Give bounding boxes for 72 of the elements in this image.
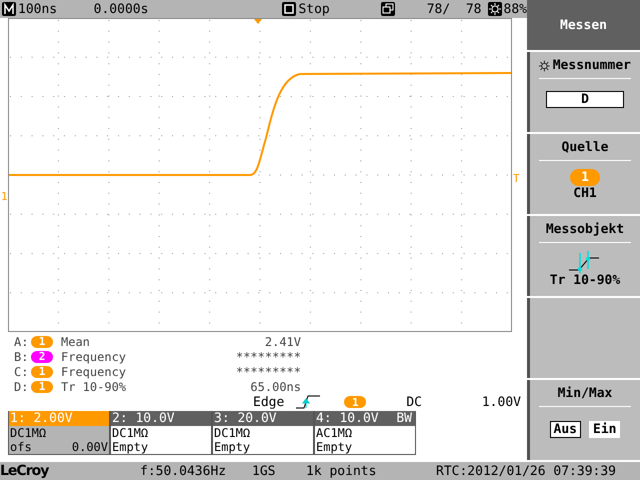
menu-panel[interactable]: Min/Max Aus Ein [527, 380, 640, 460]
source-badge: 2 [31, 350, 53, 362]
toggle-option[interactable]: Ein [589, 421, 620, 438]
acquisition-count: 78/ 78 [426, 2, 482, 16]
measurement-name: Frequency [61, 350, 128, 364]
rise-time-icon [569, 251, 601, 273]
timebase: 100ns [18, 2, 58, 16]
bandwidth-limit: BW [396, 411, 412, 426]
channel-scale: 2: 10.0V [112, 411, 175, 426]
trigger-level-marker: T [513, 173, 520, 185]
source-badge: 1 [31, 336, 53, 348]
channel-status: Empty [112, 440, 148, 454]
channel-status: Empty [316, 440, 352, 454]
channel-panel[interactable]: 1: 2.00V DC1MΩ ofs 0.00V [8, 411, 110, 455]
menu-panel[interactable]: Messobjekt Tr 10-90% [527, 216, 640, 296]
measurement-letter: D: [14, 380, 30, 394]
measurement-name: Frequency [61, 364, 128, 378]
measurement-value: ********* [234, 364, 301, 378]
menu-title: Messen [527, 0, 640, 50]
channel-coupling: DC1MΩ [214, 426, 250, 440]
menu-panel[interactable]: Quelle 1 CH1 [527, 134, 640, 214]
menu-label: Messnummer [552, 58, 631, 73]
trigger-frequency: f:50.0436Hz [140, 464, 228, 478]
sample-rate: 1GS [252, 464, 276, 478]
channel-coupling: DC1MΩ [112, 426, 148, 440]
brand-logo: LeCroy [0, 463, 50, 479]
measurement-name: Mean [61, 334, 91, 348]
channel-coupling: DC1MΩ [10, 426, 46, 440]
stop-icon [282, 2, 296, 16]
channel-status: Empty [214, 440, 250, 454]
run-state: Stop [298, 2, 331, 16]
timebase-icon [2, 2, 16, 16]
measurement-letter: C: [14, 364, 30, 378]
channel-panel[interactable]: 2: 10.0V DC1MΩ Empty [110, 411, 212, 455]
record-length: 1k points [306, 464, 378, 478]
measurement-name: Tr 10-90% [61, 380, 128, 394]
offset-label: ofs [10, 440, 32, 454]
channel-coupling: AC1MΩ [316, 426, 352, 440]
source-badge: 1 [31, 380, 53, 392]
channel-scale: 4: 10.0V [316, 411, 379, 426]
trigger-level: 1.00V [482, 394, 521, 410]
measurement-letter: B: [14, 350, 30, 364]
delay: 0.0000s [94, 2, 150, 16]
channel-panel[interactable]: 3: 20.0V DC1MΩ Empty [212, 411, 314, 455]
trigger-type: Edge [253, 394, 284, 410]
channel-scale: 1: 2.00V [10, 411, 73, 426]
clock: RTC:2012/01/26 07:39:39 [436, 464, 616, 478]
measurement-letter: A: [14, 334, 30, 348]
source-badge: 1 [31, 366, 53, 378]
source-badge: 1 [570, 169, 600, 186]
channel-panel[interactable]: 4: 10.0V BW AC1MΩ Empty [314, 411, 416, 455]
gear-icon [539, 58, 550, 72]
menu-panel[interactable]: Messnummer D [527, 52, 640, 132]
menu-label: Quelle [562, 140, 608, 155]
menu-label: Min/Max [558, 386, 612, 401]
menu-label: Messobjekt [546, 222, 624, 237]
intensity: 88% [504, 2, 527, 16]
measurement-value: ********* [234, 350, 301, 364]
menu-value: CH1 [573, 186, 597, 201]
measurement-value: 2.41V [264, 334, 301, 348]
measurement-value: 65.00ns [249, 380, 301, 394]
offset-value: 0.00V [72, 440, 108, 454]
stacked-windows-icon [381, 2, 396, 16]
channel-scale: 3: 20.0V [214, 411, 277, 426]
trace-marker: 1 [1, 191, 8, 203]
value-field[interactable]: D [546, 91, 624, 108]
trigger-source-badge: 1 [344, 396, 366, 408]
toggle-option[interactable]: Aus [550, 421, 581, 438]
trigger-coupling: DC [406, 394, 422, 410]
brightness-icon [488, 2, 502, 16]
rising-edge-icon [296, 395, 320, 409]
menu-value: Tr 10-90% [550, 273, 620, 288]
